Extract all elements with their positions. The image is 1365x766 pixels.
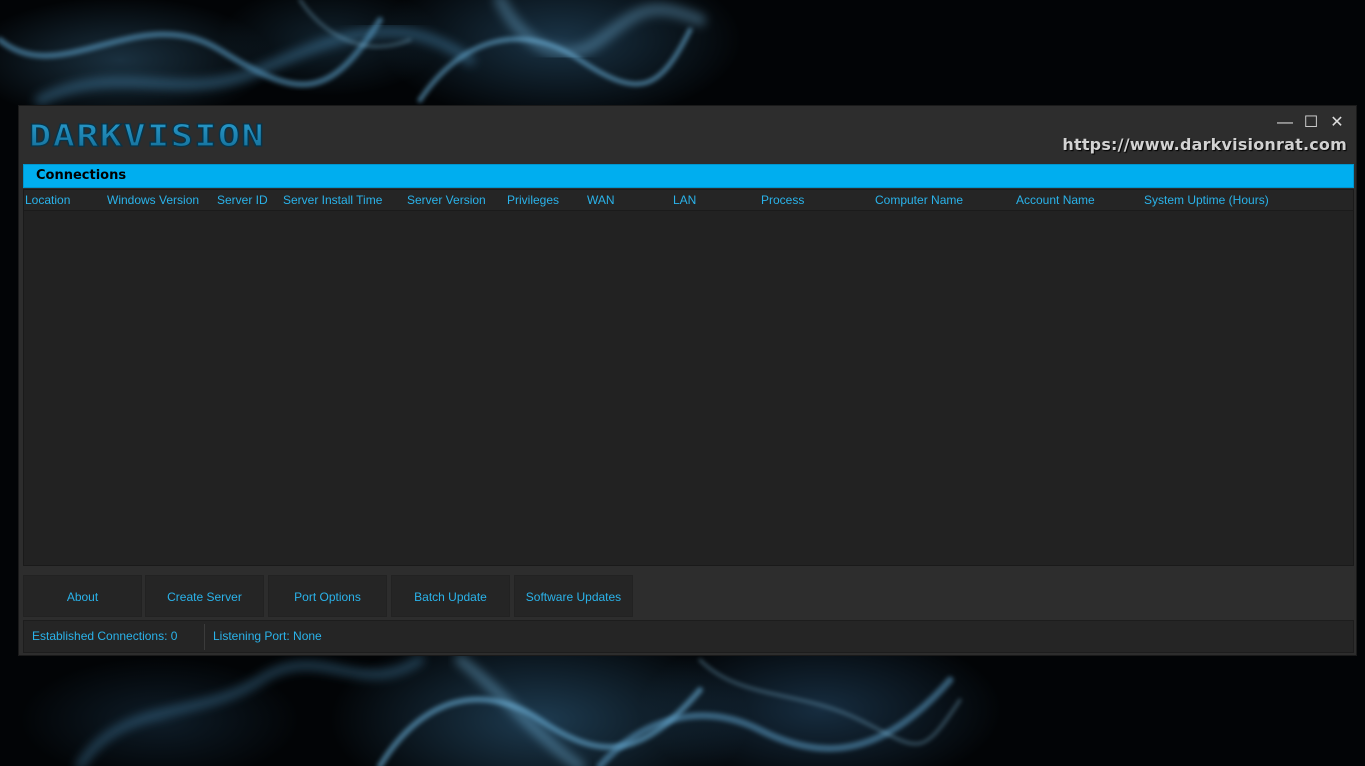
connections-header: Connections: [23, 164, 1354, 188]
status-bar: Established Connections: 0 Listening Por…: [23, 620, 1354, 653]
about-button[interactable]: About: [23, 575, 142, 617]
darkvision-logo: DARKVISION: [28, 118, 265, 154]
connections-list[interactable]: Location Windows Version Server ID Serve…: [23, 189, 1354, 566]
minimize-icon[interactable]: —: [1276, 114, 1294, 132]
column-header-server-install-time[interactable]: Server Install Time: [283, 193, 382, 207]
site-url: https://www.darkvisionrat.com: [1062, 135, 1347, 154]
port-options-button[interactable]: Port Options: [268, 575, 387, 617]
software-updates-button[interactable]: Software Updates: [514, 575, 633, 617]
column-header-privileges[interactable]: Privileges: [507, 193, 559, 207]
column-header-row: Location Windows Version Server ID Serve…: [24, 190, 1353, 211]
column-header-windows-version[interactable]: Windows Version: [107, 193, 199, 207]
button-bar: About Create Server Port Options Batch U…: [23, 575, 1354, 617]
column-header-computer-name[interactable]: Computer Name: [875, 193, 963, 207]
established-connections-status: Established Connections: 0: [32, 629, 178, 643]
column-header-wan[interactable]: WAN: [587, 193, 615, 207]
window-controls: — ☐ ✕: [1276, 114, 1346, 132]
connections-title: Connections: [36, 168, 127, 183]
svg-text:DARKVISION: DARKVISION: [29, 119, 265, 154]
column-header-lan[interactable]: LAN: [673, 193, 696, 207]
main-window: DARKVISION — ☐ ✕ https://www.darkvisionr…: [18, 105, 1357, 656]
batch-update-button[interactable]: Batch Update: [391, 575, 510, 617]
close-icon[interactable]: ✕: [1328, 114, 1346, 132]
status-divider: [204, 624, 205, 650]
listening-port-status: Listening Port: None: [213, 629, 322, 643]
column-header-location[interactable]: Location: [25, 193, 70, 207]
column-header-account-name[interactable]: Account Name: [1016, 193, 1095, 207]
title-bar[interactable]: DARKVISION — ☐ ✕ https://www.darkvisionr…: [19, 106, 1356, 164]
column-header-server-id[interactable]: Server ID: [217, 193, 268, 207]
column-header-system-uptime[interactable]: System Uptime (Hours): [1144, 193, 1269, 207]
create-server-button[interactable]: Create Server: [145, 575, 264, 617]
column-header-process[interactable]: Process: [761, 193, 804, 207]
column-header-server-version[interactable]: Server Version: [407, 193, 486, 207]
maximize-icon[interactable]: ☐: [1302, 114, 1320, 132]
